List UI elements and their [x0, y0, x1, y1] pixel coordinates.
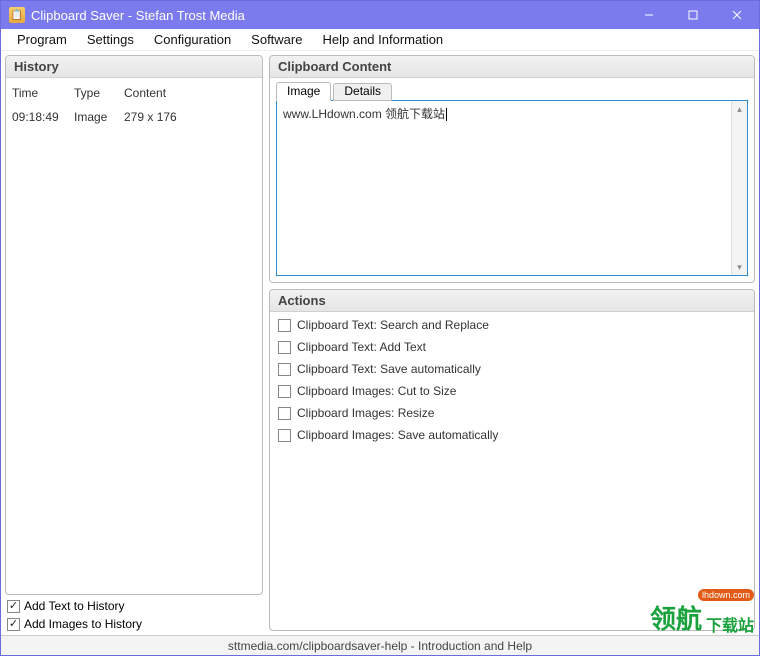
checkbox-icon	[278, 429, 291, 442]
action-search-replace[interactable]: Clipboard Text: Search and Replace	[278, 318, 746, 332]
scroll-down-icon[interactable]: ▾	[732, 259, 747, 275]
left-column: History Time Type Content 09:18:49 Image…	[5, 55, 263, 631]
option-add-images-label: Add Images to History	[24, 617, 142, 631]
clipboard-text-area[interactable]: www.LHdown.com 领航下载站 ▴ ▾	[276, 100, 748, 276]
clipboard-content-panel: Clipboard Content Image Details www.LHdo…	[269, 55, 755, 283]
window-title: Clipboard Saver - Stefan Trost Media	[31, 8, 627, 23]
actions-title: Actions	[270, 290, 754, 312]
action-add-text[interactable]: Clipboard Text: Add Text	[278, 340, 746, 354]
action-label: Clipboard Text: Save automatically	[297, 362, 481, 376]
action-save-text-auto[interactable]: Clipboard Text: Save automatically	[278, 362, 746, 376]
statusbar-text: sttmedia.com/clipboardsaver-help - Intro…	[228, 639, 532, 653]
right-column: Clipboard Content Image Details www.LHdo…	[269, 55, 755, 631]
history-panel: History Time Type Content 09:18:49 Image…	[5, 55, 263, 595]
clipboard-content-title: Clipboard Content	[270, 56, 754, 78]
checkbox-icon	[278, 341, 291, 354]
action-save-image-auto[interactable]: Clipboard Images: Save automatically	[278, 428, 746, 442]
menu-help[interactable]: Help and Information	[312, 30, 453, 49]
action-label: Clipboard Images: Resize	[297, 406, 434, 420]
menu-program[interactable]: Program	[7, 30, 77, 49]
main-area: History Time Type Content 09:18:49 Image…	[1, 51, 759, 635]
text-caret	[446, 108, 447, 121]
checkbox-icon	[278, 363, 291, 376]
action-resize[interactable]: Clipboard Images: Resize	[278, 406, 746, 420]
checkbox-icon	[278, 407, 291, 420]
history-title: History	[6, 56, 262, 78]
actions-body: Clipboard Text: Search and Replace Clipb…	[270, 312, 754, 448]
history-cell-time: 09:18:49	[12, 110, 74, 124]
action-cut-size[interactable]: Clipboard Images: Cut to Size	[278, 384, 746, 398]
tab-image[interactable]: Image	[276, 82, 331, 101]
action-label: Clipboard Images: Cut to Size	[297, 384, 456, 398]
menu-settings[interactable]: Settings	[77, 30, 144, 49]
scroll-up-icon[interactable]: ▴	[732, 101, 747, 117]
menubar: Program Settings Configuration Software …	[1, 29, 759, 51]
app-icon: 📋	[9, 7, 25, 23]
checkbox-icon: ✓	[7, 600, 20, 613]
menu-configuration[interactable]: Configuration	[144, 30, 241, 49]
checkbox-icon	[278, 385, 291, 398]
history-cell-content: 279 x 176	[124, 110, 256, 124]
option-add-text-label: Add Text to History	[24, 599, 125, 613]
checkbox-icon: ✓	[7, 618, 20, 631]
statusbar: sttmedia.com/clipboardsaver-help - Intro…	[1, 635, 759, 655]
history-body: Time Type Content 09:18:49 Image 279 x 1…	[6, 78, 262, 594]
scrollbar[interactable]: ▴ ▾	[731, 101, 747, 275]
action-label: Clipboard Text: Add Text	[297, 340, 426, 354]
close-button[interactable]	[715, 1, 759, 29]
tab-details[interactable]: Details	[333, 83, 392, 101]
history-col-content[interactable]: Content	[124, 86, 256, 100]
action-label: Clipboard Text: Search and Replace	[297, 318, 489, 332]
checkbox-icon	[278, 319, 291, 332]
clipboard-text-value: www.LHdown.com 领航下载站	[283, 107, 445, 121]
history-header-row: Time Type Content	[12, 84, 256, 110]
option-add-images[interactable]: ✓ Add Images to History	[5, 617, 263, 631]
history-col-time[interactable]: Time	[12, 86, 74, 100]
history-col-type[interactable]: Type	[74, 86, 124, 100]
maximize-button[interactable]	[671, 1, 715, 29]
action-label: Clipboard Images: Save automatically	[297, 428, 498, 442]
history-row[interactable]: 09:18:49 Image 279 x 176	[12, 110, 256, 126]
option-add-text[interactable]: ✓ Add Text to History	[5, 599, 263, 613]
minimize-button[interactable]	[627, 1, 671, 29]
actions-panel: Actions Clipboard Text: Search and Repla…	[269, 289, 755, 631]
menu-software[interactable]: Software	[241, 30, 312, 49]
content-tabs: Image Details	[276, 82, 748, 101]
history-cell-type: Image	[74, 110, 124, 124]
titlebar: 📋 Clipboard Saver - Stefan Trost Media	[1, 1, 759, 29]
clipboard-content-body: Image Details www.LHdown.com 领航下载站 ▴ ▾	[270, 78, 754, 282]
